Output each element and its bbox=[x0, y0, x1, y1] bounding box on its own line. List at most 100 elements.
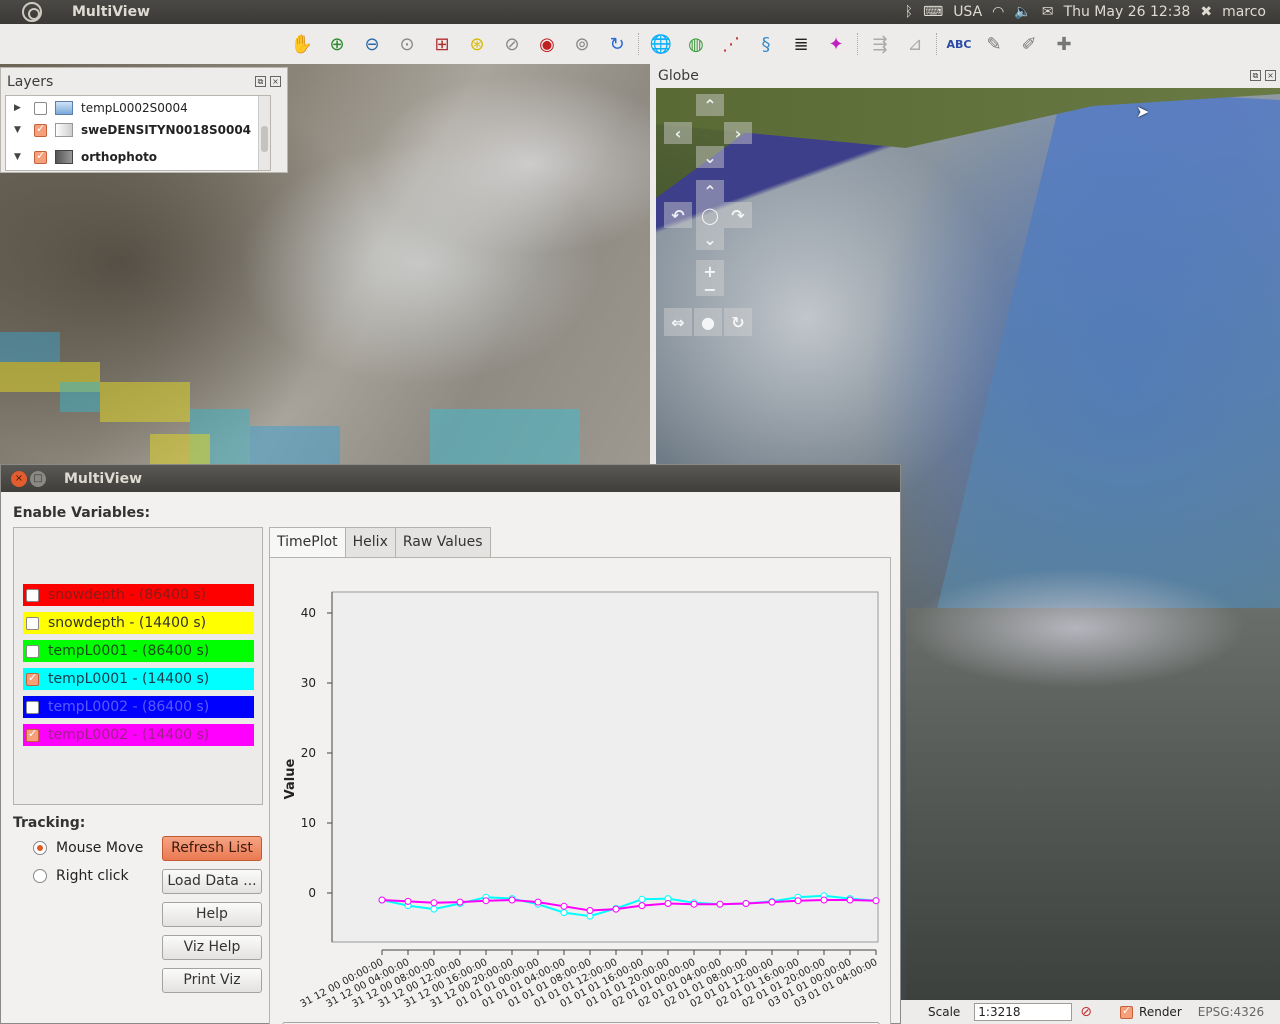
series-point-0[interactable] bbox=[638, 895, 646, 903]
zoom-selection-icon[interactable]: ⊞ bbox=[428, 30, 456, 58]
series-point-1[interactable] bbox=[690, 900, 698, 908]
variable-checkbox[interactable] bbox=[26, 616, 39, 630]
fit-view-button[interactable]: ⇔ bbox=[664, 308, 692, 336]
render-checkbox[interactable] bbox=[1120, 1004, 1134, 1019]
rotate-right-button[interactable]: ↷ bbox=[724, 202, 752, 228]
tab-raw-values[interactable]: Raw Values bbox=[394, 527, 491, 557]
zoom-next-icon[interactable]: ⊚ bbox=[568, 30, 596, 58]
scatter-plot-icon[interactable]: ⋰ bbox=[717, 30, 745, 58]
series-point-1[interactable] bbox=[586, 907, 594, 914]
zoom-last-icon[interactable]: ◉ bbox=[533, 30, 561, 58]
tab-helix[interactable]: Helix bbox=[344, 527, 396, 557]
series-point-1[interactable] bbox=[456, 898, 464, 906]
layer-row[interactable]: ▼ orthophoto bbox=[6, 146, 157, 168]
load-data-button[interactable]: Load Data ... bbox=[162, 869, 262, 894]
identify-icon[interactable]: ⇶ bbox=[866, 30, 894, 58]
variable-row[interactable]: tempL0002 - (86400 s) bbox=[23, 696, 254, 718]
pan-down-button[interactable]: ⌄ bbox=[696, 146, 724, 168]
variable-checkbox[interactable] bbox=[26, 727, 39, 742]
series-point-1[interactable] bbox=[638, 902, 646, 910]
tracking-option-right-click[interactable]: Right click bbox=[33, 868, 129, 884]
stop-render-icon[interactable]: ⊘ bbox=[1080, 1004, 1092, 1020]
rotate-left-button[interactable]: ↶ bbox=[664, 202, 692, 228]
keyboard-layout[interactable]: USA bbox=[953, 4, 982, 20]
pan-left-button[interactable]: ‹ bbox=[664, 122, 692, 144]
series-point-1[interactable] bbox=[846, 896, 854, 904]
bluetooth-icon[interactable]: ᛒ bbox=[905, 4, 913, 20]
series-point-1[interactable] bbox=[534, 898, 542, 906]
layer-row[interactable]: ▼ sweDENSITYN0018S0004 bbox=[6, 119, 251, 141]
pan-icon[interactable]: ✋ bbox=[288, 30, 316, 58]
series-point-1[interactable] bbox=[612, 905, 620, 913]
variable-checkbox[interactable] bbox=[26, 700, 39, 714]
variable-row[interactable]: tempL0002 - (14400 s) bbox=[23, 724, 254, 746]
clock[interactable]: Thu May 26 12:38 bbox=[1064, 4, 1191, 20]
zoom-in-icon[interactable]: ⊕ bbox=[323, 30, 351, 58]
series-point-1[interactable] bbox=[742, 900, 750, 907]
refresh-list-button[interactable]: Refresh List bbox=[162, 836, 262, 861]
refresh-icon[interactable]: ↻ bbox=[603, 30, 631, 58]
dna-icon[interactable]: § bbox=[752, 30, 780, 58]
zoom-layer-icon[interactable]: ⊛ bbox=[463, 30, 491, 58]
scale-input[interactable]: 1:3218 bbox=[974, 1003, 1073, 1021]
map-canvas[interactable]: Layers ⧉ × ▶ tempL0002S0004 ▼ sweDENSITY… bbox=[0, 64, 650, 464]
series-point-1[interactable] bbox=[872, 897, 880, 905]
layer-row[interactable]: ▶ tempL0002S0004 bbox=[6, 97, 188, 119]
series-point-0[interactable] bbox=[430, 905, 438, 913]
tilt-up-button[interactable]: ⌃ bbox=[696, 180, 724, 202]
timeplot-chart[interactable]: 010203040Value31 12 00 00:00:0031 12 00 … bbox=[270, 558, 890, 1022]
variable-row[interactable]: tempL0001 - (86400 s) bbox=[23, 640, 254, 662]
globe-home-button[interactable]: ● bbox=[694, 308, 722, 336]
wifi-icon[interactable]: ◠ bbox=[992, 4, 1004, 20]
series-point-1[interactable] bbox=[820, 896, 828, 904]
layer-checkbox[interactable] bbox=[34, 122, 47, 137]
zoom-full-icon[interactable]: ⊙ bbox=[393, 30, 421, 58]
tab-timeplot[interactable]: TimePlot bbox=[269, 527, 346, 558]
plugin-icon[interactable]: ✦ bbox=[822, 30, 850, 58]
variable-checkbox[interactable] bbox=[26, 671, 39, 686]
variable-checkbox[interactable] bbox=[26, 588, 39, 602]
tool2-icon[interactable]: ✐ bbox=[1015, 30, 1043, 58]
series-point-0[interactable] bbox=[560, 909, 568, 917]
variable-row[interactable]: snowdepth - (86400 s) bbox=[23, 584, 254, 606]
series-point-1[interactable] bbox=[378, 896, 386, 904]
series-point-1[interactable] bbox=[404, 897, 412, 905]
label-abc-icon[interactable]: ABC bbox=[945, 30, 973, 58]
layer-checkbox[interactable] bbox=[34, 101, 47, 115]
volume-icon[interactable]: 🔈 bbox=[1014, 4, 1031, 20]
sync-view-button[interactable]: ↻ bbox=[724, 308, 752, 336]
radio-button[interactable] bbox=[33, 869, 47, 883]
expand-arrow-icon[interactable]: ▶ bbox=[14, 103, 26, 113]
zoom-out-button[interactable]: − bbox=[696, 280, 724, 299]
zoom-out-icon[interactable]: ⊖ bbox=[358, 30, 386, 58]
tilt-down-button[interactable]: ⌄ bbox=[696, 228, 724, 250]
collapse-arrow-icon[interactable]: ▼ bbox=[14, 125, 26, 135]
keyboard-icon[interactable]: ⌨ bbox=[923, 4, 943, 20]
measure-icon[interactable]: ⊿ bbox=[901, 30, 929, 58]
variable-checkbox[interactable] bbox=[26, 644, 39, 658]
series-point-1[interactable] bbox=[664, 900, 672, 907]
layers-stack-icon[interactable]: ≣ bbox=[787, 30, 815, 58]
tool-icon[interactable]: ✎ bbox=[980, 30, 1008, 58]
close-panel-button[interactable]: × bbox=[1265, 70, 1276, 81]
layer-checkbox[interactable] bbox=[34, 149, 47, 164]
series-point-1[interactable] bbox=[508, 896, 516, 904]
mail-icon[interactable]: ✉ bbox=[1042, 4, 1054, 20]
series-point-1[interactable] bbox=[482, 897, 490, 905]
series-point-1[interactable] bbox=[430, 899, 438, 907]
tracking-option-mouse-move[interactable]: Mouse Move bbox=[33, 840, 143, 856]
world-icon[interactable]: ◍ bbox=[682, 30, 710, 58]
variable-row[interactable]: snowdepth - (14400 s) bbox=[23, 612, 254, 634]
float-panel-button[interactable]: ⧉ bbox=[1250, 70, 1261, 81]
crs-status[interactable]: EPSG:4326 bbox=[1198, 1005, 1264, 1019]
collapse-arrow-icon[interactable]: ▼ bbox=[14, 152, 26, 162]
viz-help-button[interactable]: Viz Help bbox=[162, 935, 262, 960]
dialog-titlebar[interactable]: × □ MultiView bbox=[1, 465, 900, 492]
close-panel-button[interactable]: × bbox=[270, 76, 281, 87]
radio-button[interactable] bbox=[33, 841, 47, 855]
user-name[interactable]: marco bbox=[1222, 4, 1266, 20]
print-viz-button[interactable]: Print Viz bbox=[162, 968, 262, 993]
series-point-1[interactable] bbox=[794, 897, 802, 905]
globe-icon[interactable]: 🌐 bbox=[647, 30, 675, 58]
series-point-1[interactable] bbox=[768, 898, 776, 906]
